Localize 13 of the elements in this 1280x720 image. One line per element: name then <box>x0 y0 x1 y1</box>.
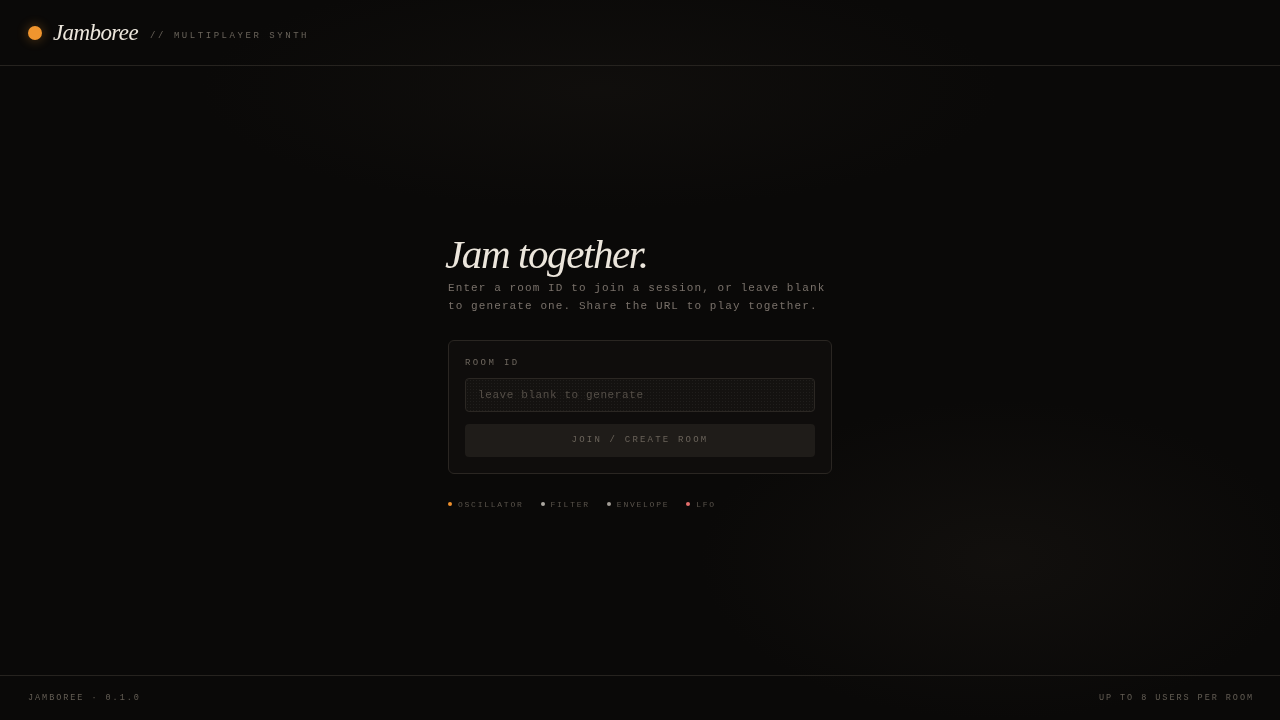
field-label: ROOM ID <box>465 356 520 369</box>
module-label: ENVELOPE <box>616 499 670 509</box>
tagline: // MULTIPLAYER SYNTH <box>150 30 310 41</box>
capacity-text: UP TO 8 USERS PER ROOM <box>1098 693 1254 703</box>
version-text: JAMBOREE · 0.1.0 <box>28 693 141 703</box>
logo-dot-icon <box>28 25 42 40</box>
room-id-input[interactable]: leave blank to generate <box>465 377 815 412</box>
hero-title: Jam together. <box>445 229 649 279</box>
logo-text: Jamboree <box>53 19 139 46</box>
hero-description: Enter a room ID to join a session, or leave blank to generate one. Share the URL to play together. <box>448 280 827 314</box>
module-label: OSCILLATOR <box>458 499 524 509</box>
module-label: LFO <box>696 499 716 509</box>
module-label: FILTER <box>550 499 590 509</box>
